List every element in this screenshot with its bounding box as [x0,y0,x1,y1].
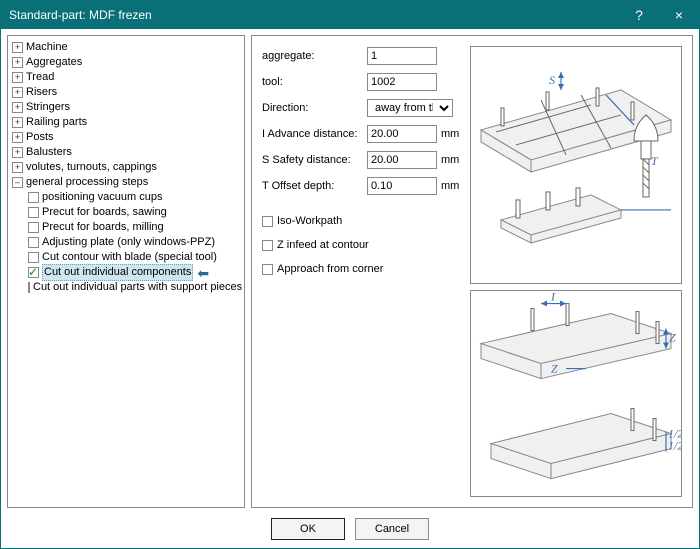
tree-item-cut-contour-blade[interactable]: Cut contour with blade (special tool) [26,250,242,265]
checkbox-icon[interactable] [28,207,39,218]
tree-item-aggregates[interactable]: +Aggregates [10,55,242,70]
tree-pane[interactable]: +Machine +Aggregates +Tread +Risers +Str… [7,35,245,508]
dim-label-z2: Z [551,361,558,375]
cancel-button[interactable]: Cancel [355,518,429,540]
tool-input[interactable] [367,73,437,91]
tree-item-stringers[interactable]: +Stringers [10,100,242,115]
close-button[interactable]: × [659,1,699,29]
plus-icon[interactable]: + [12,102,23,113]
tree-item-cut-individual-components[interactable]: Cut out individual components⬅ [26,265,242,280]
safety-input[interactable] [367,151,437,169]
tool-label: tool: [262,76,367,88]
tree-item-posts[interactable]: +Posts [10,130,242,145]
checkbox-icon[interactable] [262,240,273,251]
unit-mm: mm [441,128,459,140]
checkbox-icon[interactable] [28,192,39,203]
arrow-left-icon: ⬅ [197,268,209,278]
aggregate-input[interactable] [367,47,437,65]
tree-item-precut-milling[interactable]: Precut for boards, milling [26,220,242,235]
approach-corner-check[interactable]: Approach from corner [262,260,462,278]
aggregate-label: aggregate: [262,50,367,62]
dim-label-i: I [550,291,556,304]
tree-item-tread[interactable]: +Tread [10,70,242,85]
plus-icon[interactable]: + [12,117,23,128]
checkbox-icon[interactable] [28,252,39,263]
dim-label-z1: Z [669,330,676,344]
properties-pane: aggregate: tool: Direction: away from th… [251,35,693,508]
tree-item-railing[interactable]: +Railing parts [10,115,242,130]
plus-icon[interactable]: + [12,162,23,173]
tree-item-cut-support-pieces[interactable]: Cut out individual parts with support pi… [26,280,242,295]
content-area: +Machine +Aggregates +Tread +Risers +Str… [1,29,699,514]
z-infeed-label: Z infeed at contour [277,239,369,251]
plus-icon[interactable]: + [12,72,23,83]
tree-item-adjusting-plate[interactable]: Adjusting plate (only windows-PPZ) [26,235,242,250]
checkbox-icon[interactable] [28,222,39,233]
safety-label: S Safety distance: [262,154,367,166]
z-infeed-check[interactable]: Z infeed at contour [262,236,462,254]
plus-icon[interactable]: + [12,57,23,68]
minus-icon[interactable]: – [12,177,23,188]
help-button[interactable]: ? [619,1,659,29]
tree-item-general-steps[interactable]: –general processing steps [10,175,242,190]
diagram-top: S T [470,46,682,284]
offset-input[interactable] [367,177,437,195]
unit-mm: mm [441,154,459,166]
dialog-window: Standard-part: MDF frezen ? × +Machine +… [0,0,700,549]
offset-label: T Offset depth: [262,180,367,192]
checkbox-icon[interactable] [262,264,273,275]
dim-label-s: S [549,73,555,87]
checkbox-icon[interactable] [28,237,39,248]
plus-icon[interactable]: + [12,132,23,143]
plus-icon[interactable]: + [12,42,23,53]
checkbox-checked-icon[interactable] [28,267,39,278]
tree-item-risers[interactable]: +Risers [10,85,242,100]
plus-icon[interactable]: + [12,87,23,98]
tree-item-vacuum-cups[interactable]: positioning vacuum cups [26,190,242,205]
window-title: Standard-part: MDF frezen [9,8,619,22]
dim-label-half-2: 1/2 [668,438,681,452]
direction-select[interactable]: away from the w [367,99,453,117]
iso-workpath-label: Iso-Workpath [277,215,342,227]
diagram-column: S T [470,46,682,497]
ok-button[interactable]: OK [271,518,345,540]
checkbox-icon[interactable] [262,216,273,227]
unit-mm: mm [441,180,459,192]
iso-workpath-check[interactable]: Iso-Workpath [262,212,462,230]
button-bar: OK Cancel [1,514,699,548]
tree-item-balusters[interactable]: +Balusters [10,145,242,160]
plus-icon[interactable]: + [12,147,23,158]
form-column: aggregate: tool: Direction: away from th… [262,46,462,497]
direction-label: Direction: [262,102,367,114]
tree-item-machine[interactable]: +Machine [10,40,242,55]
approach-corner-label: Approach from corner [277,263,383,275]
dim-label-t: T [651,154,659,168]
checkbox-icon[interactable] [28,282,30,293]
advance-label: I Advance distance: [262,128,367,140]
diagram-bottom: I Z Z [470,290,682,497]
tree-item-volutes[interactable]: +volutes, turnouts, cappings [10,160,242,175]
tree-item-precut-sawing[interactable]: Precut for boards, sawing [26,205,242,220]
title-bar: Standard-part: MDF frezen ? × [1,1,699,29]
advance-input[interactable] [367,125,437,143]
